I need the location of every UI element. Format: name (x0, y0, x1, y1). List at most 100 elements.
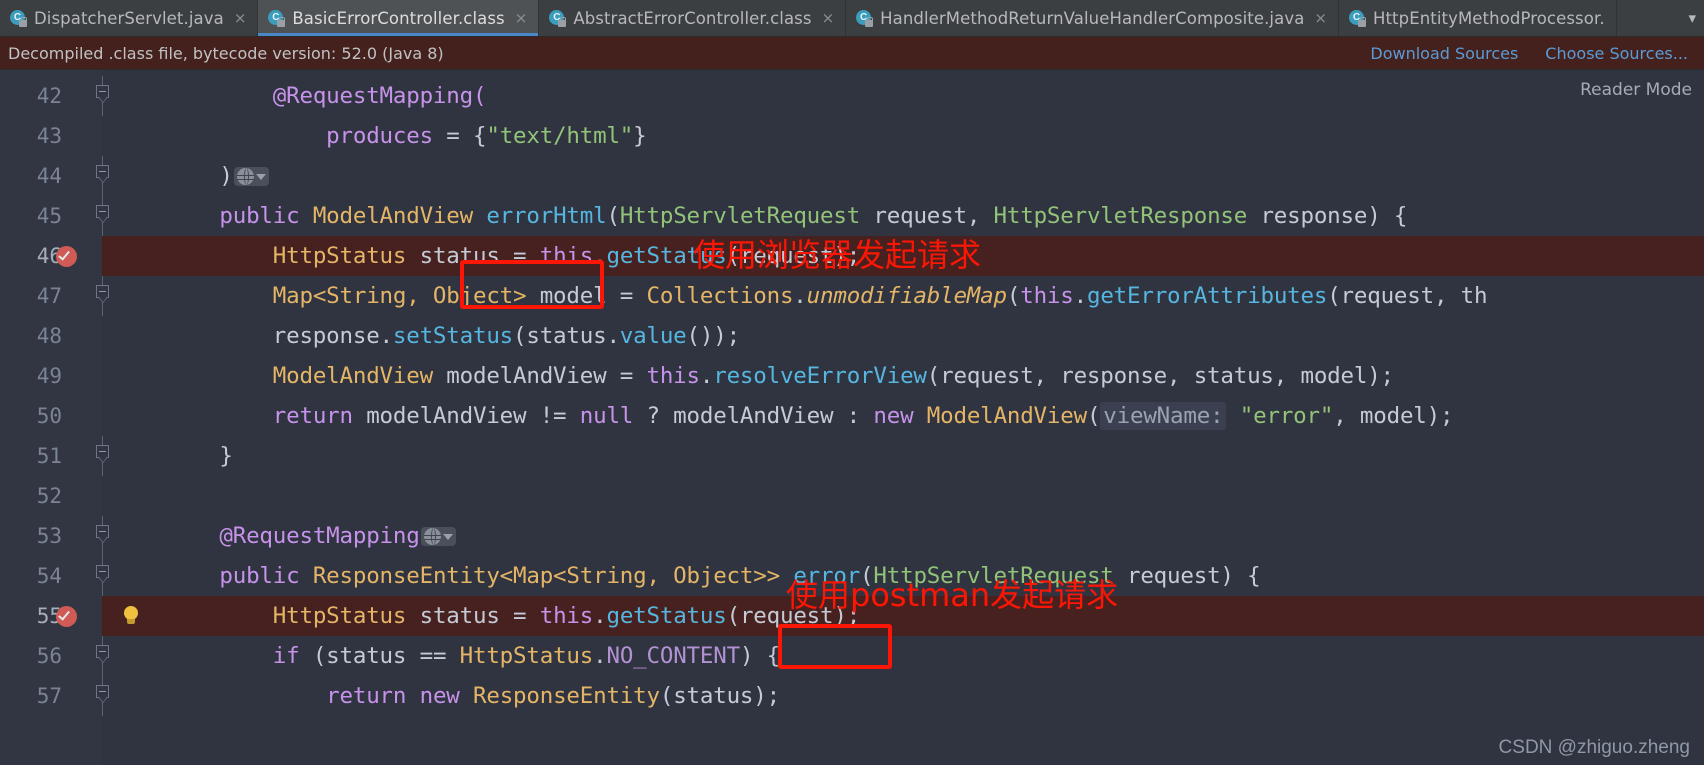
code-token: public (219, 563, 300, 589)
line-number: 45 (36, 204, 62, 228)
line-number: 46 (36, 244, 62, 268)
code-token: null (579, 403, 634, 429)
code-token: value (619, 323, 687, 349)
code-token: "text/html" (486, 123, 634, 149)
code-line[interactable]: produces = {"text/html"} (166, 116, 1704, 156)
breakpoint-icon[interactable] (56, 606, 77, 627)
browser-annotation: 使用浏览器发起请求 (693, 236, 982, 274)
web-mapping-gutter-icon[interactable] (233, 167, 269, 186)
code-fold-marker[interactable] (96, 76, 110, 116)
code-token: , model); (1333, 403, 1454, 429)
code-line[interactable]: Map<String, Object> model = Collections.… (166, 276, 1704, 316)
code-token: (status); (659, 683, 780, 709)
code-line[interactable]: } (166, 436, 1704, 476)
code-token: . (793, 283, 807, 309)
code-token: ResponseEntity<Map<String, Object>> (312, 563, 780, 589)
code-token: errorHtml (486, 203, 607, 229)
code-fold-marker[interactable] (96, 516, 110, 556)
code-fold-marker[interactable] (96, 436, 110, 476)
code-token: ( (1086, 403, 1101, 429)
errorHtml-highlight-box (460, 260, 604, 309)
tab-httpentitymethodprocessor[interactable]: C HttpEntityMethodProcessor. (1339, 0, 1617, 36)
code-token: HttpStatus (459, 643, 594, 669)
code-fold-marker[interactable] (96, 196, 110, 236)
error-highlight-box (778, 624, 892, 669)
code-fold-marker[interactable] (96, 636, 110, 676)
code-token: unmodifiableMap (806, 283, 1007, 309)
code-token: (status == (299, 643, 460, 669)
code-line[interactable] (166, 476, 1704, 516)
tab-handlermethodreturnvaluehandlercomposite-java[interactable]: C HandlerMethodReturnValueHandlerComposi… (846, 0, 1339, 36)
code-token: response. (166, 323, 393, 349)
code-line[interactable]: if (status == HttpStatus.NO_CONTENT) { (166, 636, 1704, 676)
tab-label: AbstractErrorController.class (573, 8, 812, 28)
code-fold-marker[interactable] (96, 276, 110, 316)
chevron-down-icon[interactable]: ▾ (1680, 0, 1704, 36)
close-icon[interactable]: × (819, 10, 835, 26)
code-line[interactable]: ) (166, 156, 1704, 196)
code-line[interactable]: return new ResponseEntity(status); (166, 676, 1704, 716)
code-line[interactable]: ModelAndView modelAndView = this.resolve… (166, 356, 1704, 396)
web-mapping-gutter-icon[interactable] (420, 527, 456, 546)
reader-mode-label[interactable]: Reader Mode (1580, 80, 1692, 100)
download-sources-link[interactable]: Download Sources (1370, 44, 1518, 63)
code-token: (status. (513, 323, 620, 349)
editor-tab-bar: C DispatcherServlet.java × C BasicErrorC… (0, 0, 1704, 37)
code-token: ) { (739, 643, 780, 669)
intention-bulb-icon[interactable] (122, 606, 140, 626)
line-number: 49 (36, 364, 62, 388)
java-class-icon: C (856, 9, 874, 27)
tab-label: BasicErrorController.class (292, 8, 505, 28)
code-line[interactable]: @RequestMapping (166, 516, 1704, 556)
code-token: this (539, 603, 594, 629)
code-fold-marker[interactable] (96, 676, 110, 716)
line-number: 57 (36, 684, 62, 708)
code-fold-marker[interactable] (96, 156, 110, 196)
postman-annotation: 使用postman发起请求 (786, 576, 1119, 614)
close-icon[interactable]: × (512, 10, 528, 26)
close-icon[interactable]: × (1311, 10, 1327, 26)
code-token: if (272, 643, 300, 669)
code-token: ( (606, 203, 620, 229)
java-class-icon: C (10, 9, 27, 27)
line-number: 53 (36, 524, 62, 548)
line-number: 50 (36, 404, 62, 428)
line-number: 42 (36, 84, 62, 108)
tab-abstracterrorcontroller-class[interactable]: C AbstractErrorController.class × (539, 0, 847, 36)
code-token: getStatus (606, 603, 727, 629)
code-token: new (873, 403, 914, 429)
code-fold-marker[interactable] (96, 556, 110, 596)
tab-dispatcherservlet-java[interactable]: C DispatcherServlet.java × (0, 0, 259, 36)
tab-label: HttpEntityMethodProcessor. (1372, 8, 1605, 28)
breakpoint-icon[interactable] (56, 246, 77, 267)
code-line[interactable]: return modelAndView != null ? modelAndVi… (166, 396, 1704, 436)
code-line[interactable]: @RequestMapping( (166, 76, 1704, 116)
code-token: (request, response, status, model); (926, 363, 1394, 389)
code-token: getErrorAttributes (1086, 283, 1328, 309)
line-number: 55 (36, 604, 62, 628)
code-token: request, (860, 203, 994, 229)
choose-sources-link[interactable]: Choose Sources... (1545, 44, 1688, 63)
code-token: this (1020, 283, 1074, 309)
line-number: 44 (36, 164, 62, 188)
code-token: . (593, 603, 607, 629)
close-icon[interactable]: × (231, 10, 247, 26)
tab-basicerrorcontroller-class[interactable]: C BasicErrorController.class × (258, 0, 540, 36)
editor-gutter[interactable]: 42 43 44 45 46 47 48 49 50 51 52 53 54 55 56 57 (0, 70, 109, 765)
tab-label: DispatcherServlet.java (34, 8, 224, 28)
code-token: } (166, 443, 233, 469)
code-line[interactable]: response.setStatus(status.value()); (166, 316, 1704, 356)
code-token: { (472, 123, 487, 149)
code-token: . (1073, 283, 1088, 309)
code-token: resolveErrorView (713, 363, 927, 389)
code-editor[interactable]: 42 43 44 45 46 47 48 49 50 51 52 53 54 55 56 57 @Reques… (0, 70, 1704, 765)
code-token: ) (166, 163, 233, 189)
code-token: ResponseEntity (473, 683, 660, 709)
code-token: status = (406, 603, 540, 629)
line-number: 54 (36, 564, 62, 588)
